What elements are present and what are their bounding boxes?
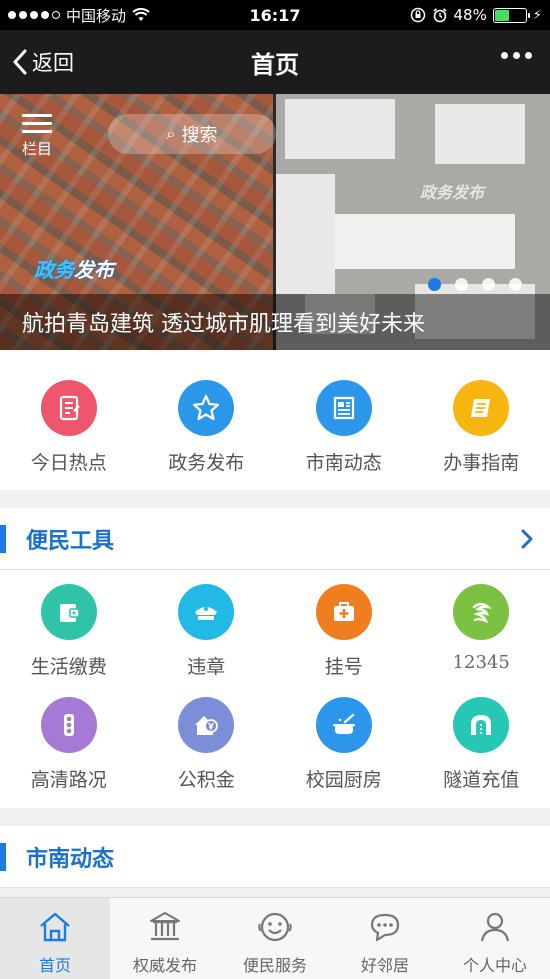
wifi-icon [132,8,150,21]
navigation-bar: 返回 首页 [0,30,550,94]
carousel-dot[interactable] [428,278,441,291]
more-dot-icon [501,52,508,59]
alarm-icon [432,8,447,23]
section-accent-bar [0,524,6,553]
search-label: 搜索 [181,125,218,146]
tool-hospital-registration[interactable]: 挂号 [275,570,413,683]
quick-link-gov-release[interactable]: 政务发布 [138,350,276,490]
status-bar: 中国移动 16:17 48% ⚡ [0,0,550,30]
bottom-tab-bar: 首页 权威发布 便民服务 好邻居 个人中心 [0,897,550,979]
carrier-name: 中国移动 [66,6,127,25]
banner-caption[interactable]: 航拍青岛建筑 透过城市肌理看到美好未来 [0,294,550,350]
battery-icon [492,7,530,23]
hot-news-icon [40,380,97,436]
tools-section-title: 便民工具 [26,528,115,554]
chevron-left-icon [13,49,27,75]
tab-good-neighbor[interactable]: 好邻居 [330,898,440,979]
column-menu-button[interactable]: 栏目 [22,114,52,159]
quick-link-today-hot[interactable]: 今日热点 [0,350,138,490]
tools-grid: 生活缴费 违章 挂号 12345 高清路况 公积金 校园厨房 隧道充值 [0,570,550,808]
user-icon [480,912,510,942]
charging-bolt-icon: ⚡ [532,7,542,23]
home-icon [40,912,70,942]
banner-watermark-logo: 政务发布 [420,183,485,202]
star-icon [178,380,235,436]
carousel-dot[interactable] [455,278,468,291]
tab-convenience-service[interactable]: 便民服务 [220,898,330,979]
more-dot-icon [525,52,532,59]
carousel-dot[interactable] [509,278,522,291]
back-label: 返回 [32,51,74,75]
medical-kit-icon [315,584,372,640]
tab-authority-release[interactable]: 权威发布 [110,898,220,979]
quick-link-shinan-news[interactable]: 市南动态 [275,350,413,490]
search-icon: ⌕ [166,124,176,143]
tunnel-icon [453,697,510,753]
tool-hd-traffic[interactable]: 高清路况 [0,683,138,796]
page-title: 首页 [251,50,299,79]
tools-section-header[interactable]: 便民工具 [0,508,550,570]
chat-bubble-icon [370,913,400,942]
tool-hotline-12345[interactable]: 12345 [413,570,550,683]
quick-links: 今日热点 政务发布 市南动态 办事指南 [0,350,550,490]
government-building-icon [150,912,180,941]
tool-traffic-violation[interactable]: 违章 [138,570,276,683]
menu-icon [22,114,52,133]
tool-utility-payment[interactable]: 生活缴费 [0,570,138,683]
guide-scroll-icon [453,380,510,436]
tab-home[interactable]: 首页 [0,898,110,979]
carousel-indicators[interactable] [428,278,522,291]
hotline-logo-icon [453,584,510,640]
cooking-pot-icon [315,697,372,753]
battery-percent: 48% [453,6,487,24]
more-menu-button[interactable] [501,52,532,59]
smile-face-icon [258,912,292,942]
status-time: 16:17 [249,5,301,25]
battery-level-fill [494,9,510,21]
quick-link-service-guide[interactable]: 办事指南 [413,350,550,490]
newspaper-icon [315,380,372,436]
housing-fund-icon [178,697,235,753]
tool-campus-kitchen[interactable]: 校园厨房 [275,683,413,796]
tool-tunnel-recharge[interactable]: 隧道充值 [413,683,550,796]
news-section-header[interactable]: 市南动态 [0,826,550,888]
tool-housing-fund[interactable]: 公积金 [138,683,276,796]
wallet-icon [40,584,97,640]
news-section-title: 市南动态 [26,846,115,872]
more-dot-icon [513,52,520,59]
orientation-lock-icon [410,7,425,23]
police-cap-icon [178,584,235,640]
column-menu-label: 栏目 [22,140,53,158]
chevron-right-icon[interactable] [520,528,534,550]
search-button[interactable]: ⌕ 搜索 [108,114,276,154]
tab-personal-center[interactable]: 个人中心 [440,898,550,979]
carousel-dot[interactable] [482,278,495,291]
signal-strength-icon [8,11,60,19]
zhengwu-fabu-logo: 政务发布 [34,258,114,282]
traffic-light-icon [40,697,97,753]
section-accent-bar [0,842,6,871]
back-button[interactable]: 返回 [0,47,74,77]
banner-carousel[interactable]: 政务发布 栏目 ⌕ 搜索 政务发布 航拍青岛建筑 透过城市肌理看到美好未来 [0,94,550,350]
